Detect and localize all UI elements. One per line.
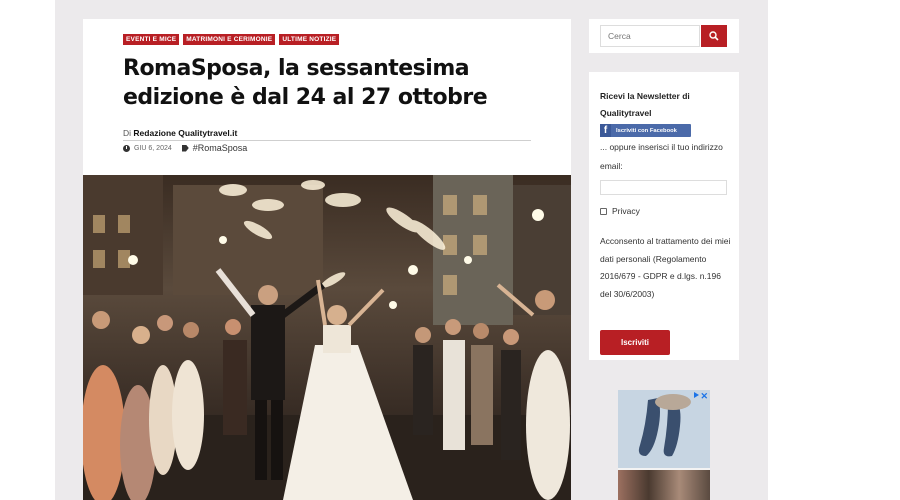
newsletter-title: Ricevi la Newsletter di Qualitytravel	[600, 91, 690, 118]
search-button[interactable]	[701, 25, 727, 47]
category-badge-matrimoni[interactable]: MATRIMONI E CERIMONIE	[183, 34, 276, 45]
email-field[interactable]	[600, 180, 727, 195]
tag-icon	[181, 144, 189, 152]
search-input[interactable]	[600, 25, 700, 47]
article-card: EVENTI E MICE MATRIMONI E CERIMONIE ULTI…	[83, 19, 571, 500]
article-photo	[83, 175, 571, 500]
article-meta: GIU 6, 2024 #RomaSposa	[123, 143, 247, 153]
shoes-illustration	[638, 394, 691, 457]
article-title: RomaSposa, la sessantesima edizione è da…	[123, 56, 488, 110]
byline-prefix: Di	[123, 128, 132, 138]
consent-text: Acconsento al trattamento dei miei dati …	[600, 236, 731, 299]
article-date: GIU 6, 2024	[134, 144, 172, 152]
clock-icon	[123, 144, 130, 152]
author-link[interactable]: Redazione Qualitytravel.it	[133, 128, 237, 138]
facebook-subscribe-label: Iscriviti con Facebook	[616, 127, 677, 134]
category-badge-ultime[interactable]: ULTIME NOTIZIE	[279, 34, 340, 45]
byline: Di Redazione Qualitytravel.it	[123, 128, 531, 141]
close-icon[interactable]: ✕	[700, 391, 708, 402]
adchoices-icon[interactable]	[694, 392, 699, 398]
article-tag[interactable]: #RomaSposa	[193, 143, 248, 153]
privacy-label: Privacy	[612, 206, 640, 216]
search-icon	[709, 31, 719, 41]
subscribe-button[interactable]: Iscriviti	[600, 330, 670, 355]
search-widget	[589, 19, 739, 53]
facebook-icon: f	[600, 124, 611, 137]
privacy-checkbox[interactable]	[600, 207, 607, 215]
wedding-photo-illustration	[83, 175, 571, 500]
newsletter-widget: Ricevi la Newsletter di Qualitytravel f …	[589, 72, 739, 360]
facebook-subscribe-button[interactable]: f Iscriviti con Facebook	[600, 124, 691, 137]
category-list: EVENTI E MICE MATRIMONI E CERIMONIE ULTI…	[123, 34, 340, 45]
privacy-checkbox-row[interactable]: Privacy	[600, 206, 640, 216]
ad-image-shoes[interactable]: ✕	[618, 390, 710, 468]
email-instructions: ... oppure inserisci il tuo indirizzo em…	[600, 142, 723, 171]
advertisement[interactable]: ✕	[618, 390, 710, 500]
ad-image-bottom[interactable]	[618, 470, 710, 500]
category-badge-eventi[interactable]: EVENTI E MICE	[123, 34, 180, 45]
